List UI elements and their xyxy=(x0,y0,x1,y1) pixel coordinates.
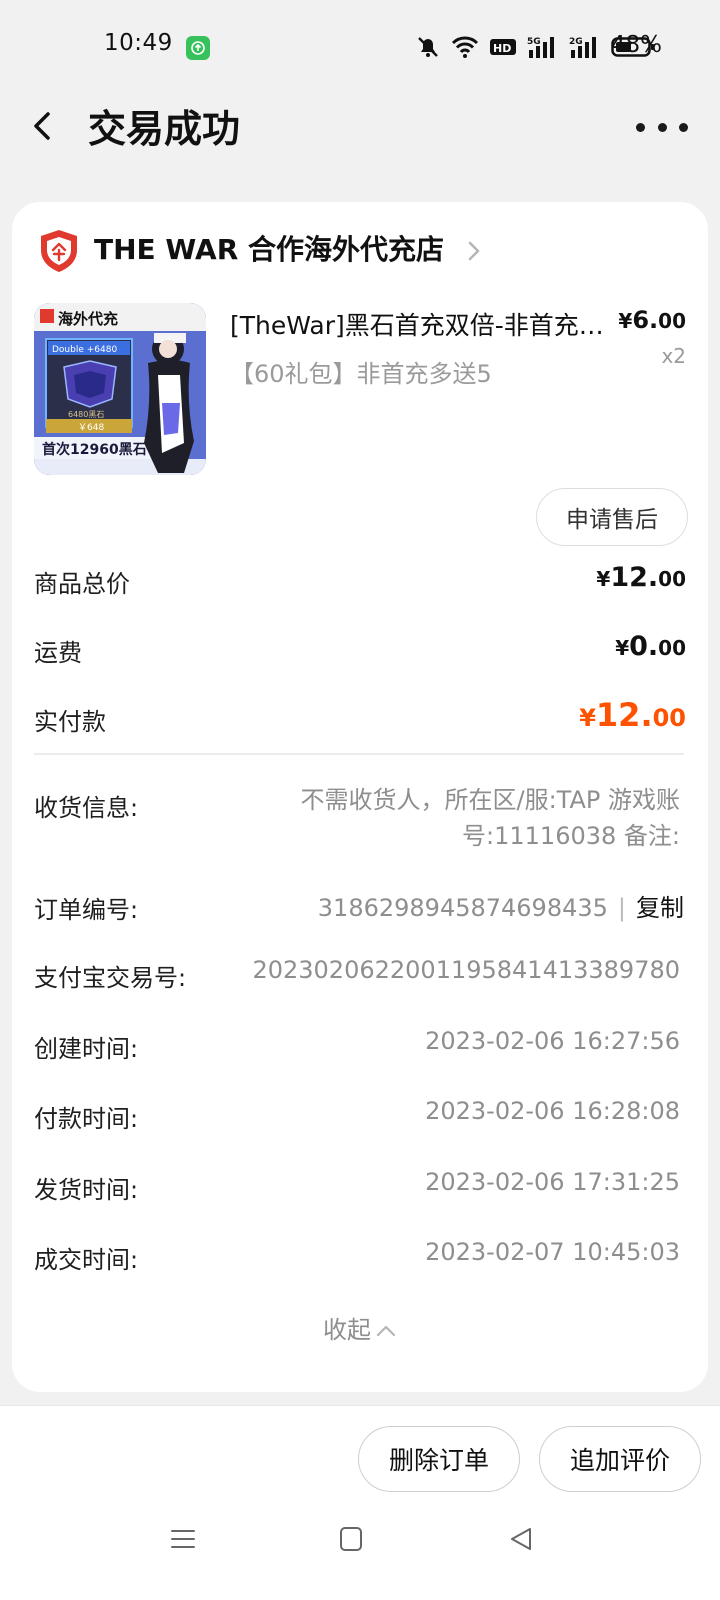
shipping-amount: ¥0.00 xyxy=(615,631,686,662)
back-button[interactable] xyxy=(26,104,58,148)
shipped-time: 2023-02-06 17:31:25 xyxy=(425,1168,680,1196)
product-spec: 【60礼包】非首充多送5 xyxy=(230,360,492,388)
svg-text:HD: HD xyxy=(493,42,511,55)
collapse-button[interactable]: 收起 xyxy=(12,1310,708,1345)
thumb-banner-text: 海外代充 xyxy=(58,310,118,328)
shop-name[interactable]: THE WAR 合作海外代充店 xyxy=(94,228,444,268)
app-update-icon xyxy=(186,36,210,60)
menu-icon[interactable] xyxy=(170,1526,196,1552)
created-time: 2023-02-06 16:27:56 xyxy=(425,1027,680,1055)
divider xyxy=(34,753,684,755)
dot-icon xyxy=(657,122,667,132)
alipay-label: 支付宝交易号: xyxy=(34,964,187,992)
after-sale-button[interactable]: 申请售后 xyxy=(536,488,688,546)
battery-percent: 48% xyxy=(610,32,662,58)
page-title: 交易成功 xyxy=(88,107,241,151)
copy-button[interactable]: 复制 xyxy=(636,894,684,922)
order-no-value: 3186298945874698435 xyxy=(317,894,608,922)
collapse-label: 收起 xyxy=(323,1316,371,1344)
svg-text:5G: 5G xyxy=(527,37,541,47)
back-triangle-icon[interactable] xyxy=(508,1526,534,1552)
goods-total-label: 商品总价 xyxy=(34,570,130,598)
svg-text:2G: 2G xyxy=(569,37,583,47)
copy-separator: | xyxy=(617,894,626,922)
order-no-label: 订单编号: xyxy=(34,896,139,924)
shipping-label: 运费 xyxy=(34,639,82,667)
delete-order-button[interactable]: 删除订单 xyxy=(358,1426,520,1492)
paid-label: 实付款 xyxy=(34,708,106,736)
chevron-up-icon xyxy=(376,1325,396,1337)
chevron-left-icon xyxy=(34,112,50,140)
thumb-bottom-text: 首次12960黑石 xyxy=(42,441,147,458)
shipped-label: 发货时间: xyxy=(34,1176,139,1204)
chevron-right-icon[interactable] xyxy=(466,238,482,264)
bottom-action-bar: 删除订单 追加评价 xyxy=(0,1405,720,1600)
hd-icon: HD xyxy=(490,39,516,55)
thumb-price-text: ￥648 xyxy=(78,423,104,433)
receipt-value: 不需收货人，所在区/服:TAP 游戏账号:11116038 备注: xyxy=(300,786,681,850)
receipt-label: 收货信息: xyxy=(34,794,139,822)
signal-5g-icon: 5G xyxy=(527,37,554,58)
product-title[interactable]: [TheWar]黑石首充双倍-非首充多送 xyxy=(230,306,610,342)
closed-time: 2023-02-07 10:45:03 xyxy=(425,1238,680,1266)
product-thumbnail[interactable]: 海外代充 Double +6480 6480黑石 ￥648 首次12960黑石 xyxy=(34,303,206,475)
closed-label: 成交时间: xyxy=(34,1246,139,1274)
thumb-sub-text: 6480黑石 xyxy=(68,410,104,419)
wifi-icon xyxy=(451,36,479,58)
signal-2g-icon: 2G xyxy=(569,37,596,58)
dot-icon xyxy=(679,122,688,132)
add-review-button[interactable]: 追加评价 xyxy=(539,1426,701,1492)
dot-icon xyxy=(636,122,645,132)
paid-time: 2023-02-06 16:28:08 xyxy=(425,1097,680,1125)
order-no-row: 3186298945874698435 | 复制 xyxy=(318,888,684,923)
product-price: ¥6.00 xyxy=(618,306,686,334)
order-card: THE WAR 合作海外代充店 海外代充 Double +6480 6480黑石… xyxy=(12,202,708,1392)
paid-time-label: 付款时间: xyxy=(34,1105,139,1133)
shield-icon xyxy=(41,230,77,272)
status-time: 10:49 xyxy=(104,30,173,56)
alipay-no: 2023020622001195841413389780 xyxy=(252,956,680,984)
home-icon[interactable] xyxy=(339,1526,363,1552)
more-button[interactable] xyxy=(636,112,688,142)
created-label: 创建时间: xyxy=(34,1035,139,1063)
mute-icon xyxy=(418,37,438,57)
goods-total-amount: ¥12.00 xyxy=(596,562,686,593)
paid-amount: ¥12.00 xyxy=(579,696,686,734)
thumb-badge-text: Double +6480 xyxy=(52,345,117,355)
status-bar: 10:49 HD 5G 2G 48% xyxy=(0,0,720,92)
product-quantity: x2 xyxy=(661,344,686,368)
